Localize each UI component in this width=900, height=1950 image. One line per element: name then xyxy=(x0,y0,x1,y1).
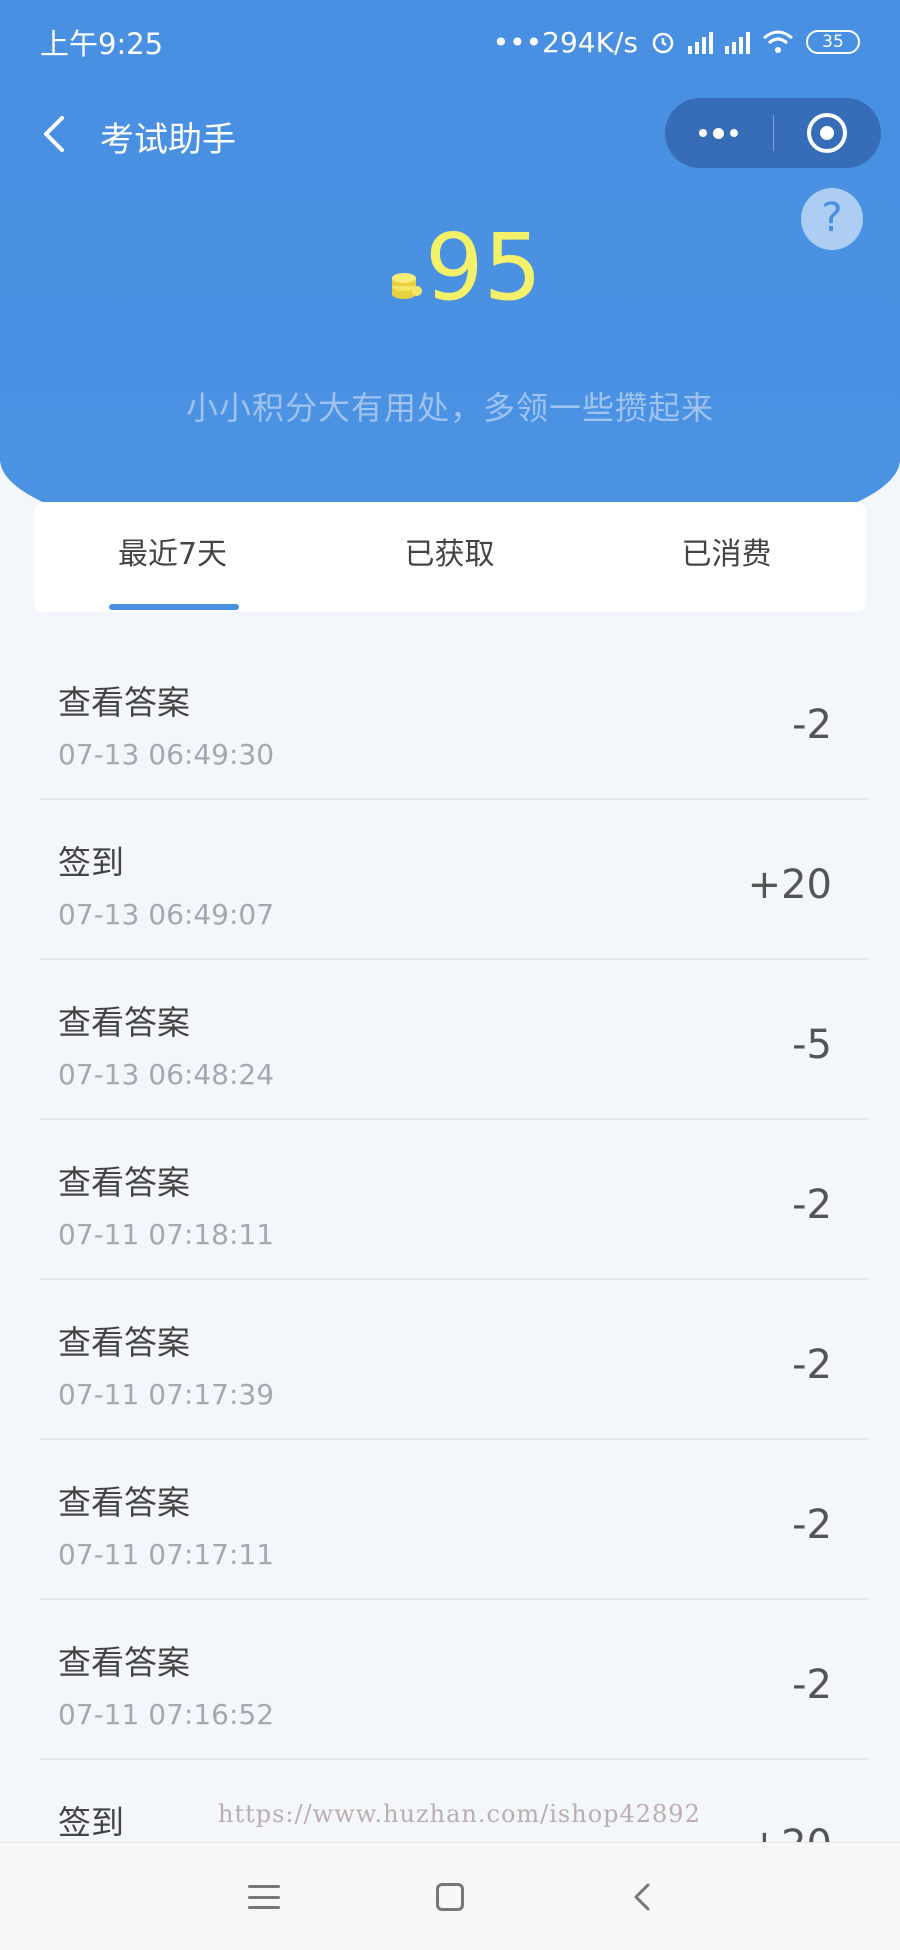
record-time: 07-11 07:18:11 xyxy=(58,1218,275,1251)
mini-program-capsule xyxy=(665,98,881,168)
status-indicators: •••294K/s 35 xyxy=(493,26,860,59)
status-bar: 上午9:25 •••294K/s 35 xyxy=(0,0,900,84)
tab-recent-7-days[interactable]: 最近7天 xyxy=(34,502,311,612)
back-triangle-icon[interactable] xyxy=(624,1877,664,1917)
record-title: 查看答案 xyxy=(58,1643,190,1682)
battery-icon: 35 xyxy=(806,30,860,54)
record-title: 查看答案 xyxy=(58,683,190,722)
list-item[interactable]: 查看答案 07-11 07:17:11 -2 xyxy=(40,1440,868,1600)
record-title: 查看答案 xyxy=(58,1163,190,1202)
list-item[interactable]: 查看答案 07-11 07:18:11 -2 xyxy=(40,1120,868,1280)
record-time: 07-11 07:17:11 xyxy=(58,1538,275,1571)
menu-icon[interactable] xyxy=(244,1877,284,1917)
list-item[interactable]: 签到 07-13 06:49:07 +20 xyxy=(40,800,868,960)
record-title: 查看答案 xyxy=(58,1323,190,1362)
record-amount: -2 xyxy=(792,1182,832,1228)
signal-icon-2 xyxy=(725,30,750,54)
alarm-icon xyxy=(652,32,674,54)
record-time: 07-11 07:16:52 xyxy=(58,1698,275,1731)
record-amount: +20 xyxy=(747,862,832,908)
close-button[interactable] xyxy=(774,98,882,168)
points-slogan: 小小积分大有用处，多领一些攒起来 xyxy=(185,389,714,427)
record-title: 查看答案 xyxy=(58,1483,190,1522)
system-navigation-bar xyxy=(0,1842,900,1950)
record-amount: -2 xyxy=(792,1662,832,1708)
record-amount: -2 xyxy=(792,702,832,748)
signal-icon xyxy=(688,30,713,54)
list-item[interactable]: 查看答案 07-11 07:17:39 -2 xyxy=(40,1280,868,1440)
more-button[interactable] xyxy=(665,98,773,168)
record-time: 07-13 06:49:30 xyxy=(58,738,275,771)
record-amount: -5 xyxy=(792,1022,832,1068)
record-title: 签到 xyxy=(58,843,124,882)
list-item[interactable]: 查看答案 07-11 07:16:52 -2 xyxy=(40,1600,868,1760)
points-record-list: 查看答案 07-13 06:49:30 -2 签到 07-13 06:49:07… xyxy=(0,640,900,1920)
record-time: 07-13 06:48:24 xyxy=(58,1058,275,1091)
coin-stack-icon xyxy=(392,273,422,299)
record-amount: -2 xyxy=(792,1342,832,1388)
status-time: 上午9:25 xyxy=(40,27,164,61)
record-title: 签到 xyxy=(58,1803,124,1842)
record-title: 查看答案 xyxy=(58,1003,190,1042)
record-time: 07-13 06:49:07 xyxy=(58,898,275,931)
record-time: 07-11 07:17:39 xyxy=(58,1378,275,1411)
tab-spent[interactable]: 已消费 xyxy=(588,502,865,612)
points-display: 95 xyxy=(0,218,900,318)
target-circle-icon xyxy=(807,113,848,153)
chevron-left-icon[interactable] xyxy=(36,114,76,154)
wifi-icon xyxy=(763,30,793,53)
filter-tabs: 最近7天 已获取 已消费 xyxy=(34,502,866,612)
watermark: https://www.huzhan.com/ishop42892 xyxy=(218,1800,701,1828)
network-speed: •••294K/s xyxy=(492,25,638,59)
tab-earned[interactable]: 已获取 xyxy=(311,502,588,612)
list-item[interactable]: 查看答案 07-13 06:49:30 -2 xyxy=(40,640,868,800)
record-amount: -2 xyxy=(792,1502,832,1548)
more-dots-icon xyxy=(699,127,739,139)
nav-bar: 考试助手 xyxy=(0,98,900,170)
list-item[interactable]: 查看答案 07-13 06:48:24 -5 xyxy=(40,960,868,1120)
home-icon[interactable] xyxy=(436,1883,464,1911)
points-value: 95 xyxy=(425,214,543,321)
page-title: 考试助手 xyxy=(100,120,236,160)
